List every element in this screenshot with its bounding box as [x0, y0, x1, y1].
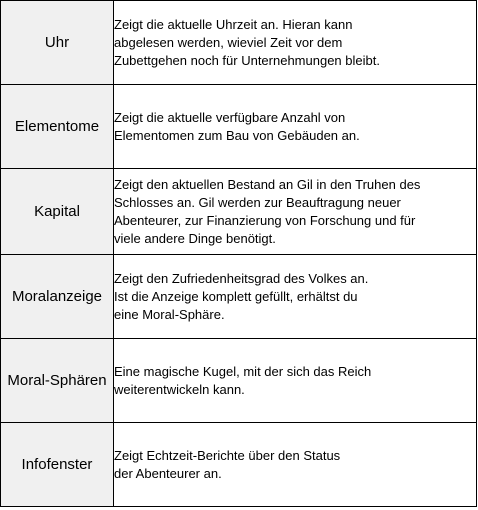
description-cell: Zeigt die aktuelle Uhrzeit an. Hieran ka…	[113, 0, 477, 85]
term-cell: Moralanzeige	[0, 254, 114, 339]
table-row: Moral-Sphären Eine magische Kugel, mit d…	[0, 338, 477, 423]
term-cell: Uhr	[0, 0, 114, 85]
table-row: Infofenster Zeigt Echtzeit-Berichte über…	[0, 422, 477, 507]
description-cell: Eine magische Kugel, mit der sich das Re…	[113, 338, 477, 423]
term-cell: Moral-Sphären	[0, 338, 114, 423]
table-row: Moralanzeige Zeigt den Zufriedenheitsgra…	[0, 254, 477, 339]
description-cell: Zeigt den Zufriedenheitsgrad des Volkes …	[113, 254, 477, 339]
term-cell: Elementome	[0, 84, 114, 169]
description-cell: Zeigt Echtzeit-Berichte über den Status …	[113, 422, 477, 507]
description-cell: Zeigt die aktuelle verfügbare Anzahl von…	[113, 84, 477, 169]
term-cell: Kapital	[0, 168, 114, 255]
table-row: Elementome Zeigt die aktuelle verfügbare…	[0, 84, 477, 169]
description-cell: Zeigt den aktuellen Bestand an Gil in de…	[113, 168, 477, 255]
glossary-table: Uhr Zeigt die aktuelle Uhrzeit an. Hiera…	[0, 0, 477, 507]
table-row: Uhr Zeigt die aktuelle Uhrzeit an. Hiera…	[0, 0, 477, 85]
term-cell: Infofenster	[0, 422, 114, 507]
table-row: Kapital Zeigt den aktuellen Bestand an G…	[0, 168, 477, 255]
